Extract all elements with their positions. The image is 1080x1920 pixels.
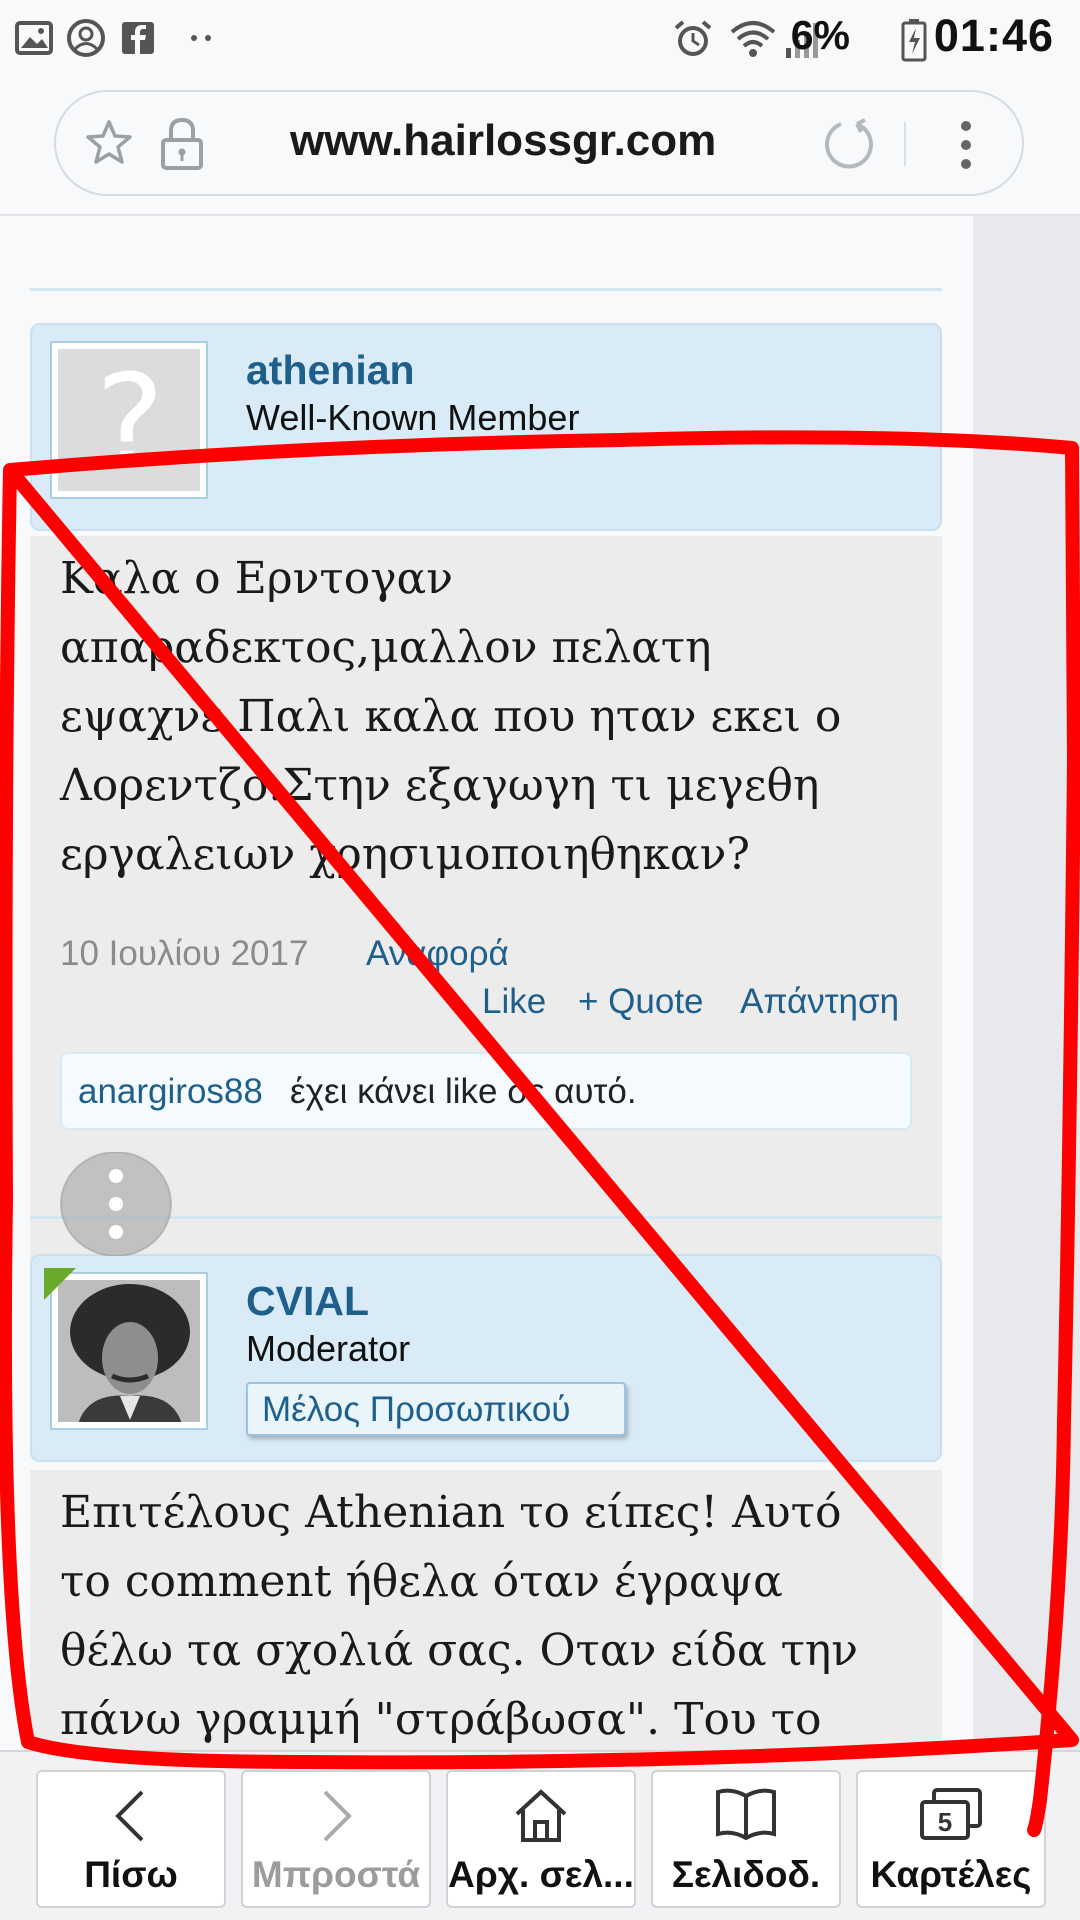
likes-summary: anargiros88 έχει κάνει like σε αυτό. (60, 1052, 912, 1130)
url-bar-divider (904, 122, 906, 166)
account-icon (67, 19, 105, 57)
report-link[interactable]: Αναφορά (366, 934, 509, 974)
forward-button[interactable]: Μπροστά (241, 1770, 431, 1908)
default-avatar-icon: ? (58, 349, 200, 491)
bookmarks-button[interactable]: Σελιδοδ. (651, 1770, 841, 1908)
back-button[interactable]: Πίσω (36, 1770, 226, 1908)
chevron-right-icon (323, 1790, 352, 1842)
tabs-count: 5 (938, 1807, 952, 1837)
message-line: εργαλειων χρησιμοποιηθηκαν? (60, 829, 750, 880)
message-line: απαραδεκτος,μαλλον πελατη (60, 622, 712, 673)
online-indicator (44, 1268, 76, 1300)
home-label: Αρχ. σελ... (448, 1854, 634, 1895)
message-line: Καλα ο Ερντογαν (60, 553, 453, 604)
reply-link[interactable]: Απάντηση (740, 982, 899, 1022)
wifi-icon (730, 21, 776, 57)
image-icon (15, 21, 53, 55)
message-line: Λορεντζο.Στην εξαγωγη τι μεγεθη (60, 760, 820, 811)
web-page: ? athenian Well-Known Member Καλα ο Ερντ… (0, 216, 973, 1750)
post-date: 10 Ιουλίου 2017 (60, 934, 309, 973)
url-text[interactable]: www.hairlossgr.com (290, 116, 716, 166)
alarm-icon (674, 20, 712, 56)
forward-label: Μπροστά (251, 1854, 421, 1895)
star-icon[interactable] (84, 118, 134, 168)
clock: 01:46 (933, 10, 1054, 61)
svg-text:?: ? (96, 349, 165, 491)
back-label: Πίσω (84, 1854, 178, 1895)
floating-menu-button[interactable] (60, 1152, 200, 1256)
message-line: Επιτέλους Athenian το είπες! Αυτό (60, 1487, 842, 1538)
post-separator (30, 288, 942, 291)
tabs-icon: 5 (920, 1788, 982, 1840)
user-photo (58, 1280, 200, 1422)
facebook-icon (122, 22, 154, 54)
message-text: Επιτέλους Athenian το είπες! Αυτό το com… (60, 1478, 922, 1750)
username-link[interactable]: athenian (246, 347, 415, 394)
reload-icon[interactable] (821, 116, 877, 172)
tabs-button[interactable]: 5 Καρτέλες (856, 1770, 1046, 1908)
message-line: εψαχνε.Παλι καλα που ηταν εκει ο (60, 691, 842, 742)
more-dots-icon (191, 35, 211, 41)
user-title: Well-Known Member (246, 397, 580, 438)
page-side-gutter (973, 216, 1080, 1750)
avatar[interactable]: ? (50, 341, 208, 499)
home-button[interactable]: Αρχ. σελ... (446, 1770, 636, 1908)
message-line: πάνω γραμμή "στράβωσα". Του το (60, 1694, 822, 1745)
book-icon (716, 1788, 776, 1841)
battery-icon (901, 19, 927, 62)
battery-percent: 6% (790, 12, 850, 58)
message-line: θέλω τα σχολιά σας. Οταν είδα την (60, 1625, 859, 1676)
bottom-toolbar: Πίσω Μπροστά Αρχ. σελ... Σελιδοδ. 5 Καρτ… (0, 1750, 1080, 1920)
post-message: Επιτέλους Athenian το είπες! Αυτό το com… (30, 1470, 942, 1750)
tabs-label: Καρτέλες (870, 1854, 1032, 1895)
likes-summary-text: έχει κάνει like σε αυτό. (290, 1072, 637, 1111)
chevron-left-icon (115, 1790, 144, 1842)
username-link[interactable]: CVIAL (246, 1278, 369, 1325)
post-user-bar: ? athenian Well-Known Member (30, 323, 942, 531)
status-bar: 6% 01:46 (0, 0, 1080, 78)
bookmarks-label: Σελιδοδ. (671, 1854, 821, 1895)
message-text: Καλα ο Ερντογαν απαραδεκτος,μαλλον πελατ… (60, 544, 922, 889)
user-title: Moderator (246, 1328, 411, 1369)
quote-link[interactable]: + Quote (578, 982, 704, 1022)
lock-icon (161, 117, 203, 170)
url-bar[interactable]: www.hairlossgr.com (54, 90, 1024, 196)
overflow-menu-icon[interactable] (956, 118, 976, 172)
message-line: το comment ήθελα όταν έγραψα (60, 1556, 783, 1607)
like-link[interactable]: Like (482, 982, 546, 1022)
staff-badge: Μέλος Προσωπικού (246, 1382, 626, 1436)
home-icon (515, 1789, 567, 1842)
liker-username-link[interactable]: anargiros88 (78, 1072, 263, 1112)
post-user-bar: CVIAL Moderator Μέλος Προσωπικού (30, 1254, 942, 1462)
